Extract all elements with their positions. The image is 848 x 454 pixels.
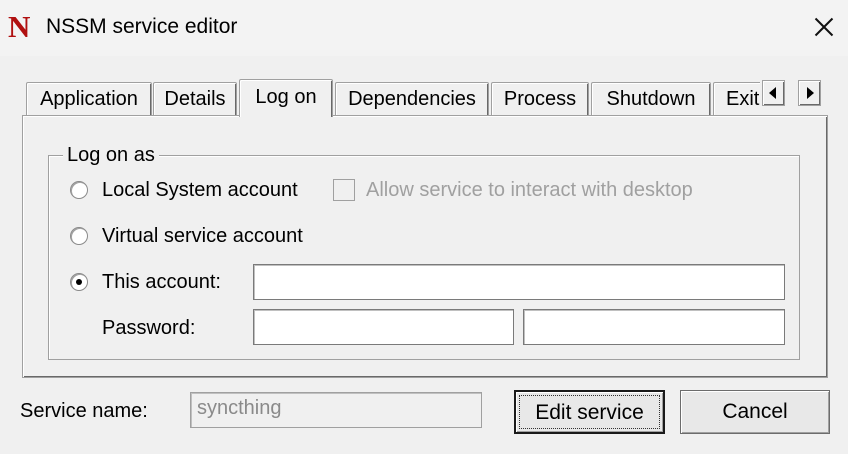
tab-strip: Application Details Log on Dependencies … bbox=[26, 79, 760, 117]
cancel-button[interactable]: Cancel bbox=[680, 390, 830, 434]
password-label: Password: bbox=[102, 317, 196, 339]
window-title: NSSM service editor bbox=[46, 15, 238, 38]
interact-desktop-checkbox[interactable] bbox=[333, 179, 355, 201]
tab-details[interactable]: Details bbox=[153, 82, 237, 115]
arrow-left-icon bbox=[769, 87, 776, 99]
nssm-app-icon: N bbox=[8, 9, 31, 44]
password-confirm-input[interactable] bbox=[523, 309, 785, 345]
tab-dependencies[interactable]: Dependencies bbox=[335, 82, 489, 115]
edit-service-button[interactable]: Edit service bbox=[514, 390, 665, 434]
tab-process[interactable]: Process bbox=[491, 82, 589, 115]
local-system-label[interactable]: Local System account bbox=[102, 178, 298, 202]
virtual-account-radio[interactable] bbox=[70, 227, 88, 245]
password-input[interactable] bbox=[253, 309, 514, 345]
interact-desktop-label: Allow service to interact with desktop bbox=[366, 179, 693, 201]
tab-log-on[interactable]: Log on bbox=[239, 79, 333, 117]
logon-group-label: Log on as bbox=[63, 144, 159, 166]
service-name-label: Service name: bbox=[20, 400, 148, 422]
this-account-label[interactable]: This account: bbox=[102, 270, 221, 294]
this-account-input[interactable] bbox=[253, 264, 785, 300]
tab-shutdown[interactable]: Shutdown bbox=[591, 82, 711, 115]
local-system-radio[interactable] bbox=[70, 181, 88, 199]
arrow-right-icon bbox=[807, 87, 814, 99]
virtual-account-label[interactable]: Virtual service account bbox=[102, 224, 303, 248]
service-name-input: syncthing bbox=[190, 392, 482, 428]
title-bar[interactable]: N NSSM service editor bbox=[0, 0, 848, 56]
close-icon[interactable] bbox=[798, 0, 848, 54]
this-account-radio[interactable] bbox=[70, 273, 88, 291]
tab-scroll-left-button[interactable] bbox=[762, 80, 785, 106]
tab-scroll-right-button[interactable] bbox=[798, 80, 821, 106]
tab-exit[interactable]: Exit bbox=[713, 82, 760, 115]
tab-application[interactable]: Application bbox=[26, 82, 152, 115]
